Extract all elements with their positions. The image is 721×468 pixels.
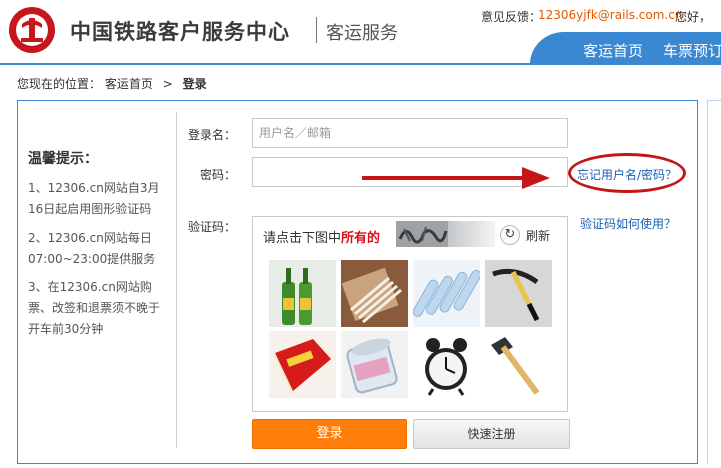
alarm-clock-icon [413,331,480,398]
brand-separator [316,17,317,43]
feedback-label: 意见反馈： [481,10,542,24]
logo-inner-ring [16,14,48,46]
feedback-email-link[interactable]: 12306yjfk@rails.com.cn [538,8,682,22]
site-header: 中国铁路客户服务中心 客运服务 意见反馈： 12306yjfk@rails.co… [0,0,721,65]
captcha-box: 请点击下图中所有的 ↻ 刷新 [252,216,568,412]
breadcrumb-separator: > [162,77,173,91]
captcha-prompt: 请点击下图中所有的 [263,227,380,246]
captcha-image-pickaxe[interactable] [485,260,552,327]
brand-subtitle: 客运服务 [326,23,398,44]
tip-item: 3、在12306.cn网站购票、改签和退票须不晚于开车前30分钟 [28,280,161,336]
greeting-text: 您好， [675,10,712,24]
main-nav: 客运首页 车票预订 [530,32,721,64]
captcha-help-link[interactable]: 验证码如何使用？ [580,215,676,232]
rail-emblem-icon [21,18,43,42]
tips-title: 温馨提示： [28,151,98,167]
distorted-word-icon [398,226,448,244]
username-label: 登录名： [187,128,236,142]
nav-item-home[interactable]: 客运首页 [583,40,643,61]
forgot-password-link[interactable]: 忘记用户名/密码？ [577,166,677,183]
quick-register-button[interactable]: 快速注册 [413,419,570,449]
annotation-arrow-icon [362,167,550,189]
railway-logo[interactable] [9,7,55,53]
captcha-prompt-prefix: 请点击下图中 [263,231,342,246]
captcha-image-dictionary-book[interactable] [269,331,336,398]
swab-container-icon [341,331,408,398]
side-panel-edge [707,100,721,464]
captcha-image-cotton-swabs[interactable] [341,260,408,327]
breadcrumb-home-link[interactable]: 客运首页 [105,77,153,91]
breadcrumb: 您现在的位置： 客运首页 > 登录 [17,75,207,92]
nav-item-ticket-booking[interactable]: 车票预订 [663,40,721,61]
captcha-image-green-bottles[interactable] [269,260,336,327]
tip-item: 2、12306.cn网站每日07:00~23:00提供服务 [28,231,156,266]
captcha-prompt-emphasis: 所有的 [341,231,381,246]
brand-title: 中国铁路客户服务中心 [70,20,290,44]
password-label: 密码： [199,168,236,182]
panel-divider [176,112,177,448]
breadcrumb-current: 登录 [182,77,207,91]
refresh-icon: ↻ [500,225,520,245]
username-input[interactable] [252,118,568,148]
tip-item: 1、12306.cn网站自3月16日起启用图形验证码 [28,181,160,216]
pickaxe-icon [485,260,552,327]
header-divider [0,63,721,65]
captcha-image-swab-container[interactable] [341,331,408,398]
captcha-image-test-tubes[interactable] [413,260,480,327]
login-button[interactable]: 登录 [252,419,407,449]
captcha-image-hammer[interactable] [485,331,552,398]
hammer-icon [485,331,552,398]
dictionary-book-icon [269,331,336,398]
refresh-label: 刷新 [526,229,551,243]
captcha-image-alarm-clock[interactable] [413,331,480,398]
cotton-swabs-icon [341,260,408,327]
captcha-label: 验证码： [187,220,236,234]
green-bottles-icon [269,260,336,327]
test-tubes-icon [413,260,480,327]
breadcrumb-prefix: 您现在的位置： [17,77,102,91]
captcha-word-fade [448,221,495,247]
captcha-refresh-button[interactable]: ↻ 刷新 [500,224,556,246]
captcha-target-word-image [396,221,448,247]
